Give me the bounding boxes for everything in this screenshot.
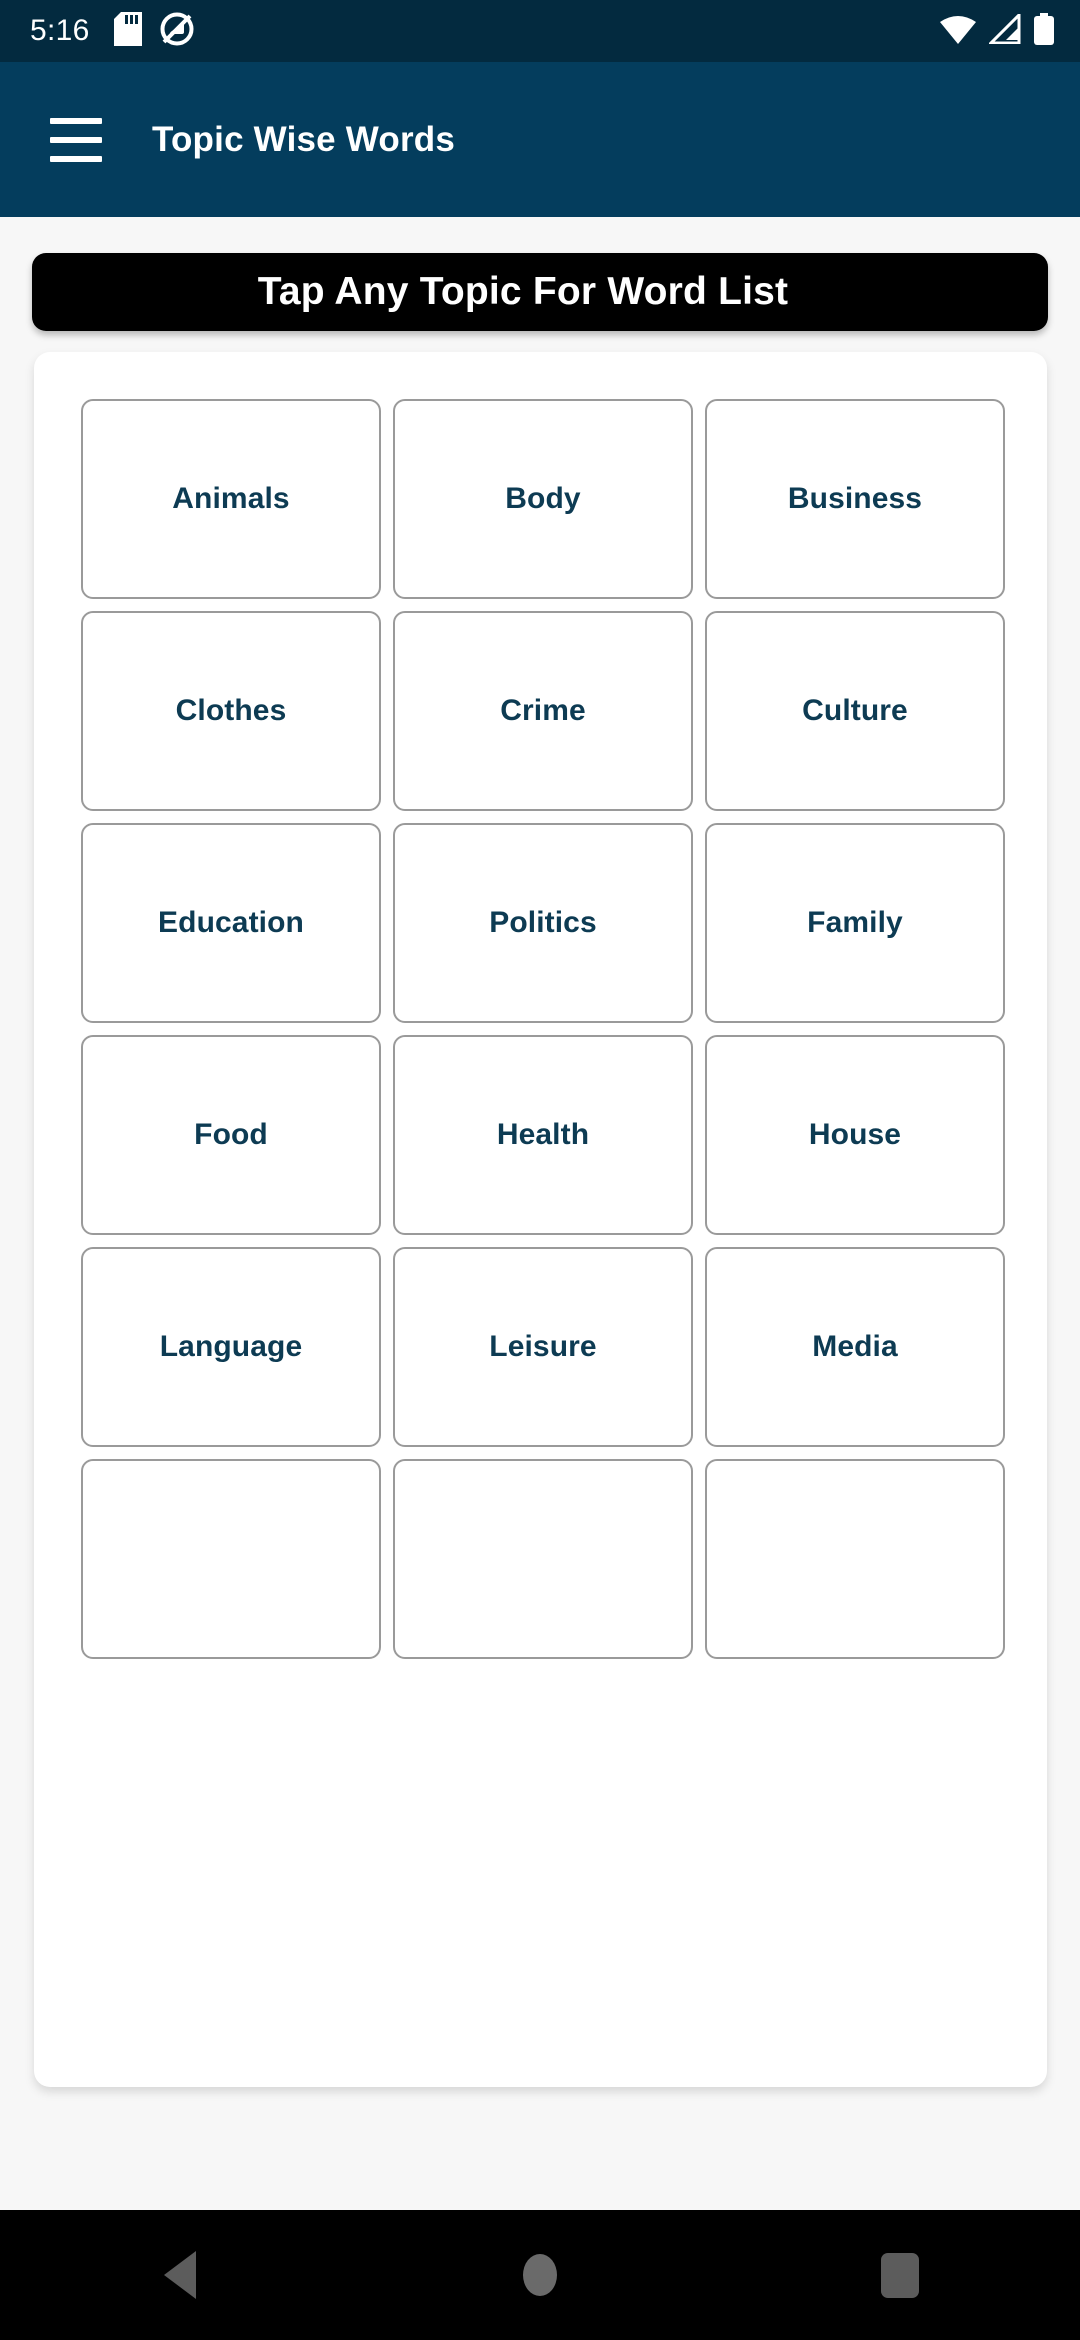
topic-card-label: House bbox=[808, 1118, 902, 1151]
home-button[interactable] bbox=[465, 2210, 615, 2340]
topic-card[interactable] bbox=[81, 1459, 381, 1659]
circle-icon bbox=[523, 2254, 557, 2296]
topic-card-label: Culture bbox=[802, 694, 908, 727]
cellular-signal-icon bbox=[987, 10, 1021, 49]
sd-card-icon bbox=[113, 11, 142, 51]
topic-grid[interactable]: Animals Body Business Clothes Crime Culture Ed… bbox=[81, 399, 1005, 1659]
content-area: Tap Any Topic For Word List Animals Body B… bbox=[0, 217, 1080, 2210]
page-title: Topic Wise Words bbox=[152, 119, 456, 159]
topic-card-label: Politics bbox=[489, 906, 597, 939]
status-left-icon-group bbox=[113, 11, 194, 51]
topic-card[interactable]: Food bbox=[81, 1035, 381, 1235]
phone-screen: 5:16 Topic Wise Words Tap Any Topic For … bbox=[0, 0, 1080, 2340]
square-icon bbox=[881, 2252, 919, 2298]
instruction-banner: Tap Any Topic For Word List bbox=[32, 253, 1048, 331]
topic-card-label: Animals bbox=[172, 482, 290, 515]
topic-card[interactable] bbox=[393, 1459, 693, 1659]
topic-card[interactable]: Culture bbox=[705, 611, 1005, 811]
topic-card-label: Education bbox=[158, 906, 304, 939]
app-bar: Topic Wise Words bbox=[0, 62, 1080, 217]
topic-card-label: Food bbox=[194, 1118, 268, 1151]
menu-line-3 bbox=[50, 155, 102, 162]
topic-card[interactable]: Body bbox=[393, 399, 693, 599]
topic-card-label: Clothes bbox=[175, 694, 287, 727]
topic-card[interactable]: Health bbox=[393, 1035, 693, 1235]
topic-card[interactable]: Media bbox=[705, 1247, 1005, 1447]
topic-card-label: Crime bbox=[500, 694, 586, 727]
topic-card[interactable]: Leisure bbox=[393, 1247, 693, 1447]
topic-card-label: Business bbox=[787, 482, 923, 515]
wifi-icon bbox=[940, 14, 976, 49]
recents-button[interactable] bbox=[825, 2210, 975, 2340]
topic-card-label: Body bbox=[505, 482, 581, 515]
topic-card[interactable]: Animals bbox=[81, 399, 381, 599]
topic-grid-panel: Animals Body Business Clothes Crime Culture Ed… bbox=[34, 352, 1047, 2087]
topic-card-label: Health bbox=[496, 1118, 590, 1151]
hamburger-menu-icon[interactable] bbox=[28, 92, 124, 188]
topic-card[interactable] bbox=[705, 1459, 1005, 1659]
topic-card[interactable]: Language bbox=[81, 1247, 381, 1447]
topic-card[interactable]: Politics bbox=[393, 823, 693, 1023]
topic-card-label: Family bbox=[807, 906, 903, 939]
menu-line-1 bbox=[50, 117, 102, 124]
status-bar: 5:16 bbox=[0, 0, 1080, 62]
topic-card-label: Language bbox=[159, 1330, 303, 1363]
menu-line-2 bbox=[50, 136, 102, 143]
topic-card[interactable]: House bbox=[705, 1035, 1005, 1235]
system-navigation-bar bbox=[0, 2210, 1080, 2340]
status-clock: 5:16 bbox=[30, 14, 90, 47]
topic-card[interactable]: Business bbox=[705, 399, 1005, 599]
topic-card[interactable]: Crime bbox=[393, 611, 693, 811]
triangle-left-icon bbox=[164, 2251, 196, 2299]
topic-card-label: Media bbox=[812, 1330, 898, 1363]
instruction-banner-label: Tap Any Topic For Word List bbox=[257, 270, 789, 313]
status-right-icon-group bbox=[940, 10, 1054, 50]
topic-card-label: Leisure bbox=[489, 1330, 597, 1363]
topic-card[interactable]: Clothes bbox=[81, 611, 381, 811]
mute-icon bbox=[160, 12, 194, 51]
battery-icon bbox=[1034, 12, 1054, 50]
back-button[interactable] bbox=[105, 2210, 255, 2340]
topic-card[interactable]: Family bbox=[705, 823, 1005, 1023]
topic-card[interactable]: Education bbox=[81, 823, 381, 1023]
